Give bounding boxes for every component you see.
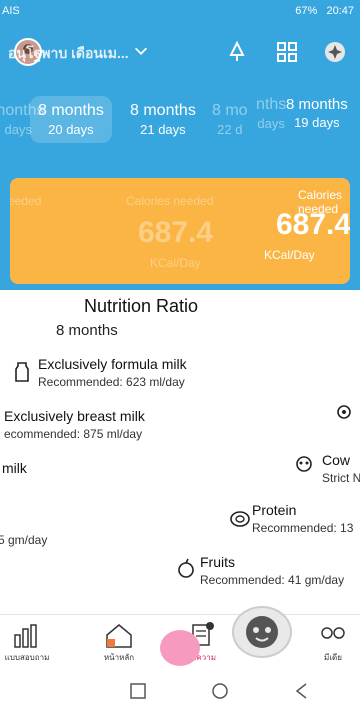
- system-nav-bar: [0, 670, 360, 720]
- sparkle-icon[interactable]: [322, 39, 348, 65]
- media-icon: [321, 627, 345, 639]
- home-icon: [106, 624, 132, 648]
- nutrition-item-name: Protein: [252, 502, 297, 518]
- nutrition-age: 8 months: [56, 322, 118, 339]
- age-tab-days: 21 days: [140, 122, 186, 137]
- back-icon[interactable]: [290, 680, 314, 702]
- calories-unit-ghost: KCal/Day: [150, 256, 201, 270]
- nav-media[interactable]: มีเดีย: [298, 621, 360, 664]
- calories-label-ghost: Calories needed: [126, 194, 214, 208]
- cow-milk-icon: [296, 456, 312, 472]
- breast-milk-icon: [337, 405, 351, 419]
- nutrition-item-name: Exclusively formula milk: [38, 356, 187, 372]
- child-name[interactable]: อนุโฐพาบ เดือนเม...: [8, 43, 129, 65]
- age-tab-days: 20 days: [48, 122, 94, 137]
- bar-chart-icon: [14, 624, 37, 648]
- age-tab[interactable]: nths days: [256, 96, 286, 131]
- fruit-icon: [178, 558, 194, 578]
- chevron-down-icon[interactable]: [132, 42, 150, 60]
- nutrition-title: Nutrition Ratio: [84, 296, 199, 316]
- nutrition-item[interactable]: Exclusively breast milk ecommended: 875 …: [4, 408, 145, 441]
- calories-ghost-label: eeded: [10, 194, 42, 208]
- age-tab-days: days: [257, 116, 285, 131]
- nav-survey[interactable]: แบบสอบถาม: [0, 621, 62, 664]
- bell-icon[interactable]: [224, 39, 250, 65]
- nutrition-item[interactable]: 5 gm/day: [0, 530, 47, 547]
- nutrition-item[interactable]: milk: [2, 460, 27, 476]
- nav-label: แบบสอบถาม: [4, 653, 50, 662]
- calories-unit: KCal/Day: [264, 248, 315, 262]
- clock-label: 20:47: [326, 5, 354, 17]
- age-tab-days: 19 days: [294, 115, 340, 130]
- nav-label: หน้าหลัก: [103, 653, 135, 662]
- carrier-label: AIS: [2, 5, 20, 17]
- calories-value-ghost: 687.4: [138, 216, 214, 249]
- calories-section: eeded Calories needed 687.4 KCal/Day Cal…: [0, 166, 360, 290]
- age-tab[interactable]: 8 mo 22 d: [212, 102, 248, 137]
- nutrition-item[interactable]: Protein Recommended: 13: [252, 502, 353, 535]
- baby-face-icon: [246, 616, 278, 648]
- nutrition-item-name: Exclusively breast milk: [4, 408, 145, 424]
- app-header: อนุโฐพาบ เดือนเม...: [0, 26, 360, 80]
- nutrition-item-rec: Recommended: 13: [252, 521, 354, 535]
- age-tab-months: 8 months: [38, 102, 104, 119]
- calories-value: 687.4: [276, 208, 350, 241]
- age-tabs: months days 8 months 20 days 8 months 21…: [0, 80, 360, 166]
- age-tab[interactable]: 8 months 19 days: [286, 96, 348, 130]
- age-tab-days: 22 d: [217, 122, 243, 137]
- nutrition-item-rec: Recommended: 623 ml/day: [38, 375, 185, 389]
- calories-card[interactable]: eeded Calories needed 687.4 KCal/Day Cal…: [10, 178, 350, 284]
- bottle-icon: [15, 362, 29, 382]
- grid-icon[interactable]: [274, 39, 300, 65]
- nutrition-item[interactable]: Fruits Recommended: 41 gm/day: [200, 554, 344, 587]
- nutrition-item-rec: Strict NO: [322, 471, 360, 485]
- home-circle-icon[interactable]: [208, 680, 232, 702]
- age-tab-months: 8 months: [286, 96, 348, 113]
- baby-face-button[interactable]: [232, 606, 292, 658]
- status-bar: AIS 67% 20:47: [0, 0, 360, 26]
- age-tab-selected[interactable]: 8 months 20 days: [30, 96, 112, 143]
- age-tab-months: 8 mo: [212, 102, 248, 119]
- recents-icon[interactable]: [126, 680, 150, 702]
- articles-highlight: [160, 630, 200, 666]
- nav-home[interactable]: หน้าหลัก: [84, 621, 154, 664]
- nutrition-item[interactable]: Exclusively formula milk Recommended: 62…: [38, 356, 187, 389]
- nutrition-item-name: milk: [2, 460, 27, 476]
- nutrition-item[interactable]: Cow Strict NO: [322, 452, 360, 485]
- nutrition-item-name: Fruits: [200, 554, 235, 570]
- status-right: 67% 20:47: [295, 5, 354, 17]
- age-tab-months: nths: [256, 96, 287, 113]
- age-tab[interactable]: 8 months 21 days: [130, 102, 196, 137]
- nutrition-item-name: Cow: [322, 452, 351, 468]
- protein-icon: [230, 511, 250, 527]
- nutrition-item-rec: 5 gm/day: [0, 533, 48, 547]
- nutrition-item-rec: ecommended: 875 ml/day: [4, 427, 143, 441]
- age-tab-months: 8 months: [130, 102, 196, 119]
- nutrition-item-rec: Recommended: 41 gm/day: [200, 573, 345, 587]
- battery-label: 67%: [295, 5, 318, 17]
- nav-label: มีเดีย: [324, 653, 342, 662]
